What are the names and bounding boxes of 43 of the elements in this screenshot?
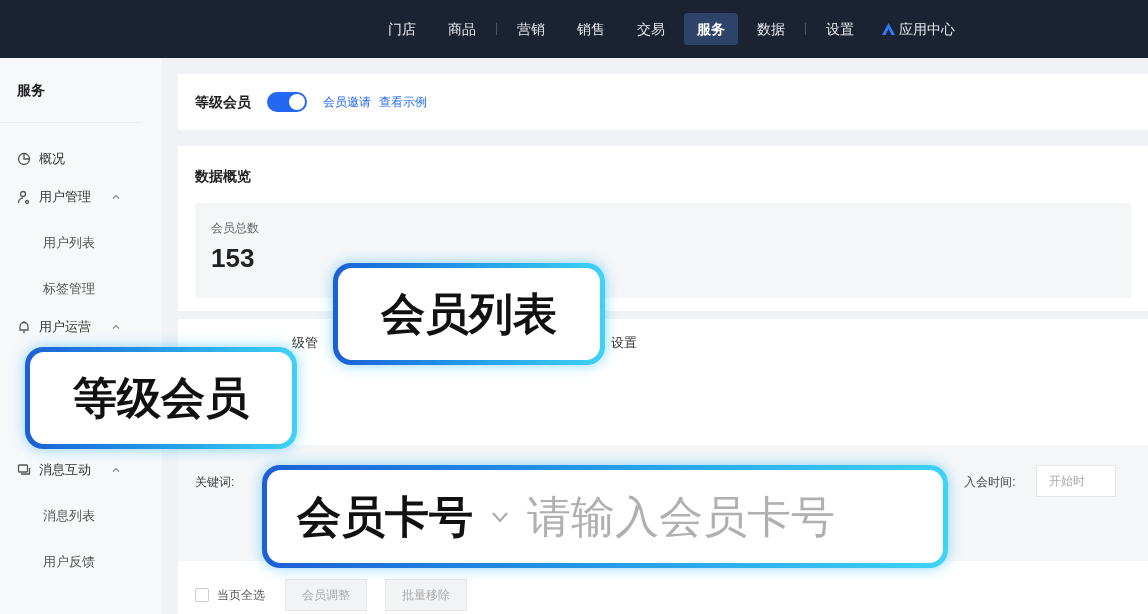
field-label: 关键词: (195, 474, 235, 491)
checkbox[interactable] (195, 588, 209, 602)
tab[interactable]: 设置 (611, 333, 637, 353)
pie-chart-icon (17, 152, 31, 166)
sidebar-item[interactable]: 消息互动 (0, 460, 138, 480)
sidebar-item[interactable]: 用户运营 (0, 317, 138, 337)
nav-tab[interactable]: 销售 (564, 13, 618, 45)
sidebar-subitem[interactable]: 用户列表 (43, 233, 95, 253)
nav-tab[interactable]: 数据 (744, 13, 798, 45)
section-title: 数据概览 (195, 167, 251, 186)
field-selector[interactable]: 会员卡号 (297, 483, 473, 550)
field-label: 入会时间: (964, 474, 1016, 491)
callout-label: 会员列表 (333, 263, 605, 365)
chevron-up-icon[interactable] (111, 465, 121, 475)
stat-label: 会员总数 (211, 220, 259, 237)
sidebar-item[interactable]: 用户管理 (0, 187, 138, 207)
nav-tab[interactable]: 服务 (684, 13, 738, 45)
toggle-switch[interactable] (267, 92, 307, 112)
user-icon (17, 190, 31, 204)
message-icon (17, 463, 31, 477)
input-field[interactable]: 请输入会员卡号 (527, 483, 913, 550)
triangle-logo-icon (882, 23, 895, 35)
page-title: 等级会员 (195, 92, 251, 112)
nav-tab[interactable]: 设置 (813, 13, 867, 45)
bell-icon (17, 320, 31, 334)
chevron-up-icon[interactable] (111, 322, 121, 332)
chevron-down-icon[interactable] (491, 510, 509, 523)
sidebar-subitem[interactable]: 标签管理 (43, 279, 95, 299)
link[interactable]: 查看示例 (379, 93, 427, 111)
nav-tab[interactable]: 商品 (435, 13, 489, 45)
sidebar-subitem[interactable]: 消息列表 (43, 506, 95, 526)
sidebar-subitem[interactable]: 用户反馈 (43, 552, 95, 572)
date-field[interactable]: 开始时 (1035, 465, 1116, 497)
chevron-up-icon[interactable] (111, 192, 121, 202)
checkbox-label: 当页全选 (217, 587, 265, 604)
nav-tab[interactable]: 门店 (375, 13, 429, 45)
link[interactable]: 会员邀请 (323, 93, 371, 111)
nav-tab[interactable]: 营销 (504, 13, 558, 45)
stat-value: 153 (211, 242, 255, 275)
nav-tab[interactable]: 交易 (624, 13, 678, 45)
sidebar-title: 服务 (17, 82, 45, 98)
app-center-link[interactable]: 应用中心 (882, 18, 955, 40)
sidebar-item[interactable]: 概况 (0, 149, 120, 169)
